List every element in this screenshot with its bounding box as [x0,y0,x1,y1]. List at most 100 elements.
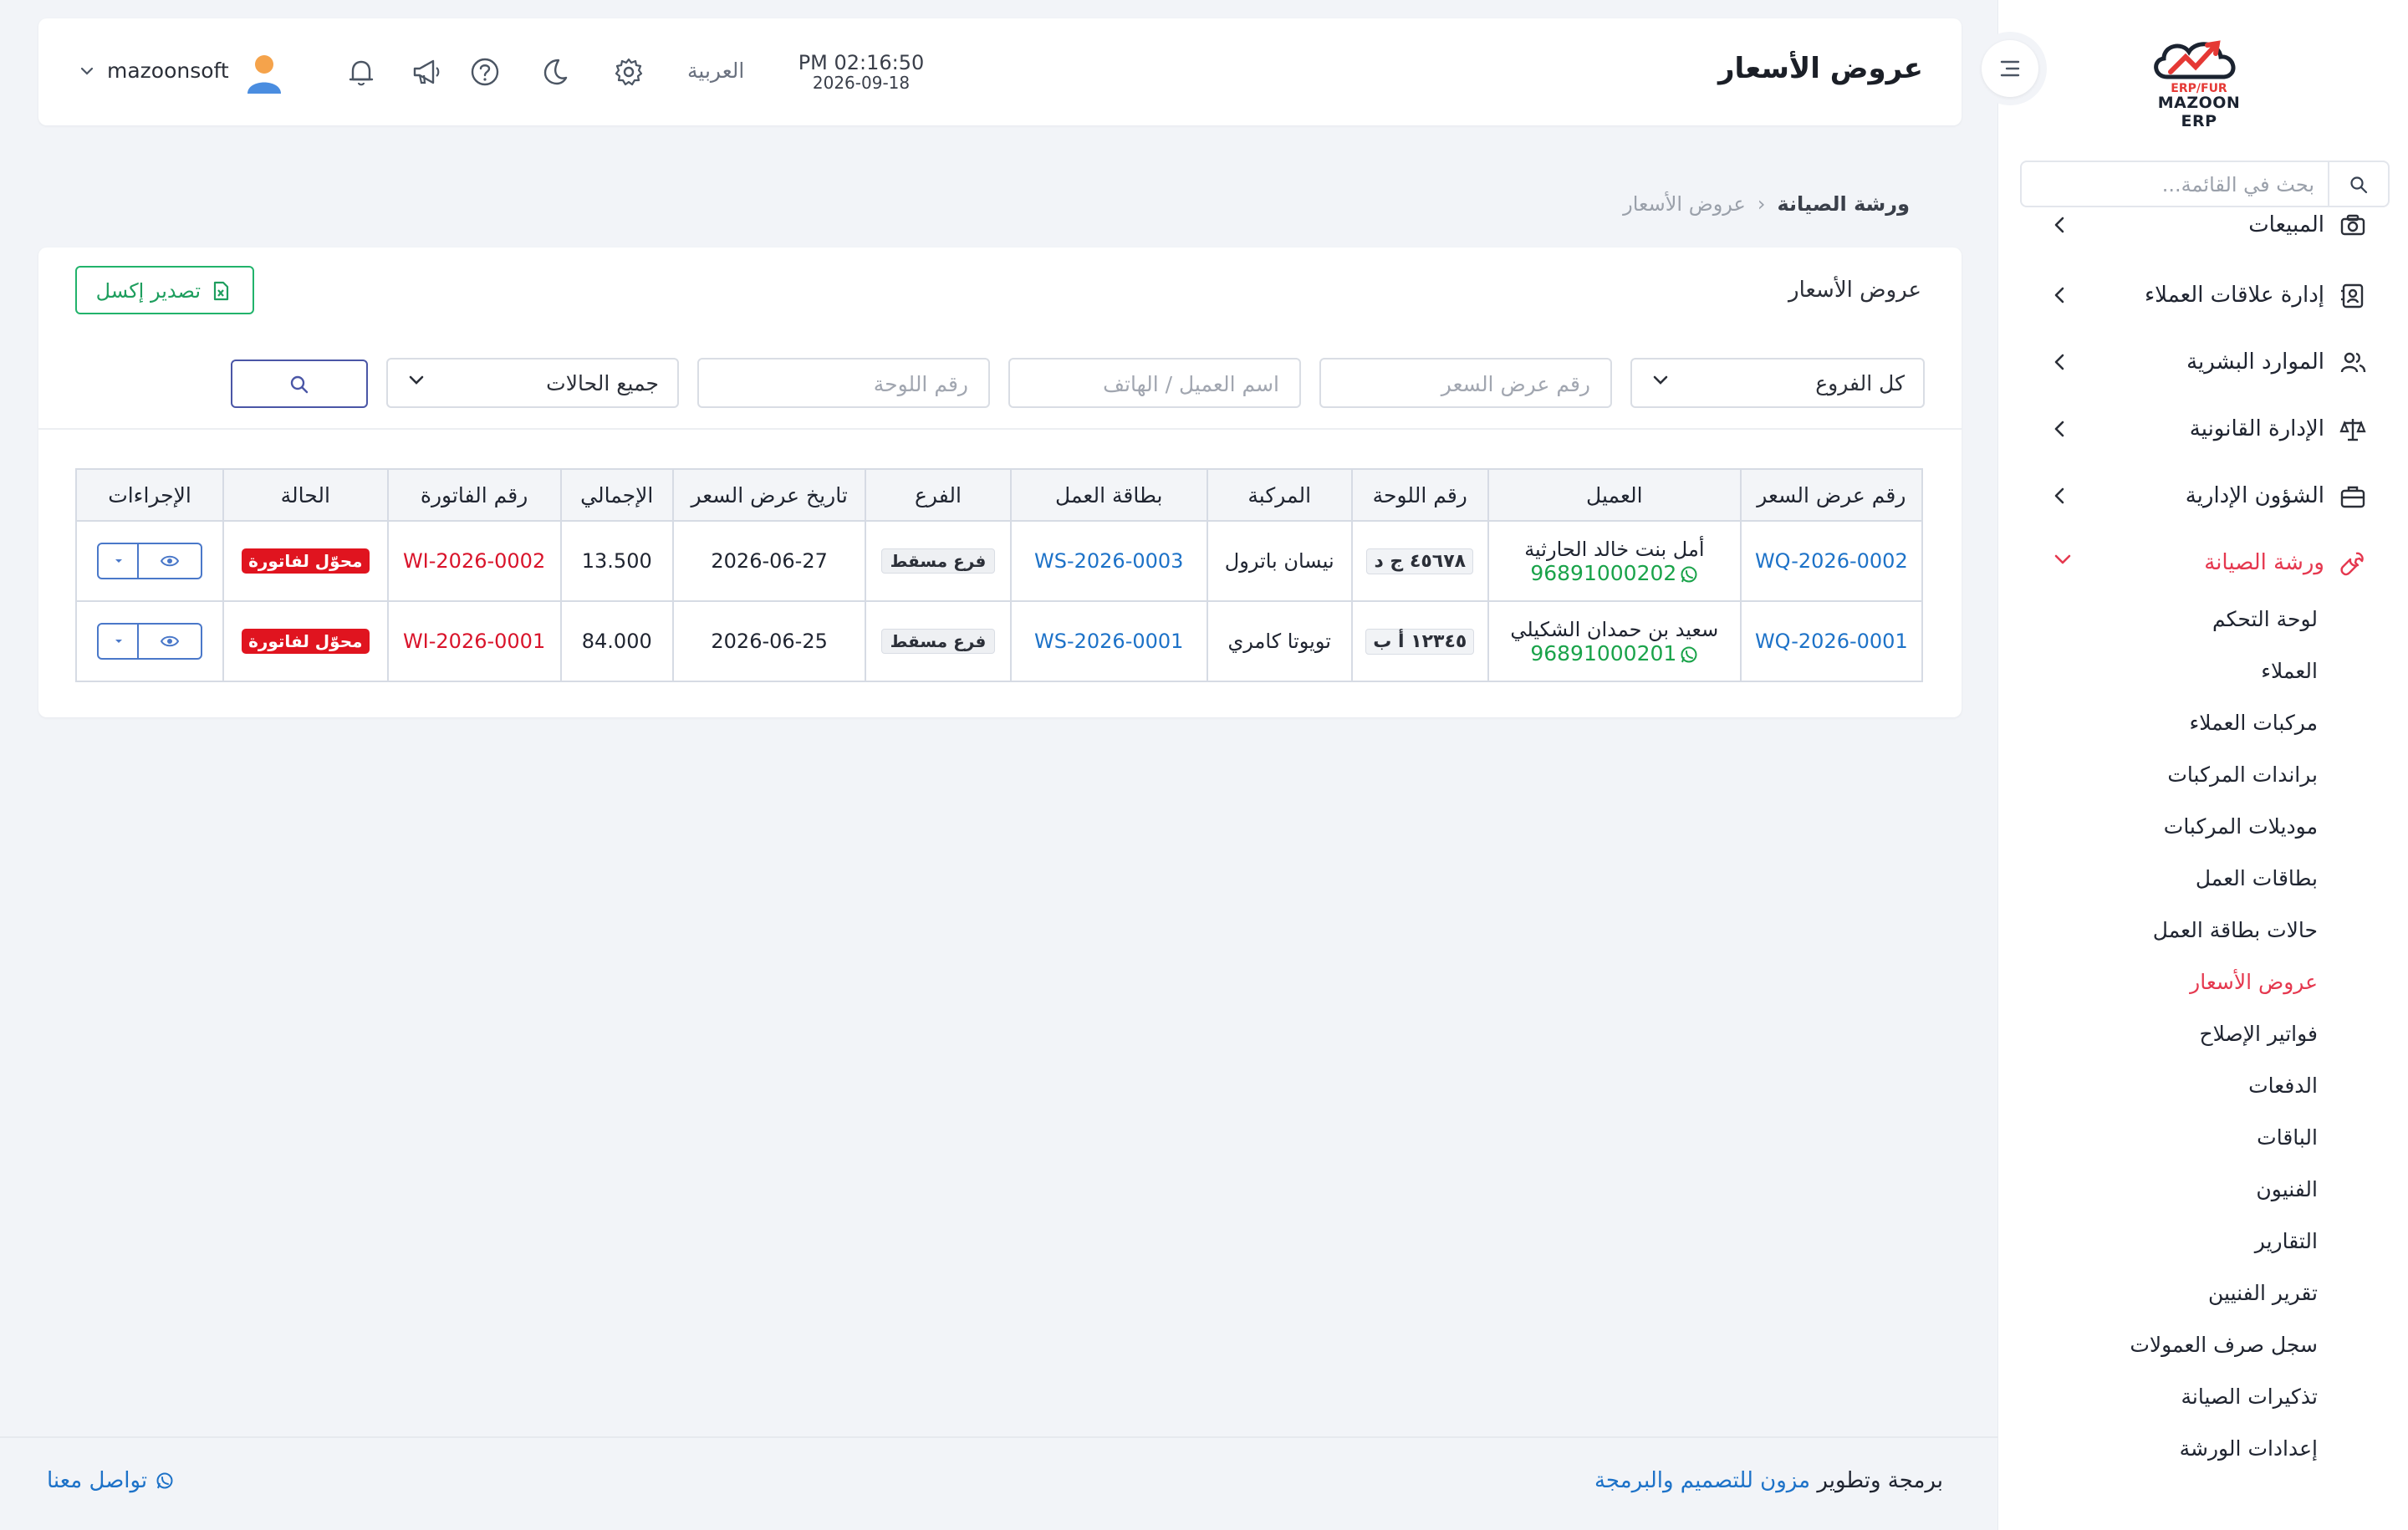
col-actions: الإجراءات [74,468,225,522]
submenu-item-payments[interactable]: الدفعات [2248,1074,2318,1098]
export-excel-button[interactable]: تصدير إكسل [75,266,254,314]
logo[interactable]: ERP/FUR MAZOON ERP [2140,33,2258,130]
submenu-item-quotations[interactable]: عروض الأسعار [2190,970,2318,994]
col-quote-date[interactable]: تاريخ عرض السعر [671,468,867,522]
submenu-item-reports[interactable]: التقارير [2255,1229,2318,1253]
plate-number-input[interactable] [758,371,970,397]
logo-graphic [2154,40,2236,79]
submenu-item-vehicle-models[interactable]: موديلات المركبات [2164,814,2318,839]
vehicle-name: تويوتا كامري [1206,600,1353,682]
view-button[interactable] [137,625,201,658]
quote-number-link[interactable]: WQ-2026-0001 [1755,630,1908,653]
status-select-value: جميع الحالات [546,371,659,395]
invoice-number-link[interactable]: WI-2026-0001 [403,630,545,653]
submenu-item-vehicle-brands[interactable]: براندات المركبات [2167,762,2318,787]
briefcase-icon [2339,483,2366,510]
quote-number-input[interactable] [1380,371,1592,397]
job-card-link[interactable]: WS-2026-0003 [1034,549,1183,573]
plate-badge: ١٢٣٤٥ أ ب [1365,628,1475,655]
submenu-item-packages[interactable]: الباقات [2257,1125,2318,1150]
notifications-bell-icon[interactable] [346,57,376,87]
status-select[interactable]: جميع الحالات [386,358,679,408]
sidebar-item-hr[interactable]: الموارد البشرية [2023,338,2366,388]
submenu-item-customers[interactable]: العملاء [2261,659,2318,683]
chevron-down-icon[interactable] [80,67,94,75]
sidebar-search-input[interactable] [2037,169,2316,201]
avatar[interactable] [244,52,284,95]
sidebar-item-label: ورشة الصيانة [2204,550,2324,575]
excel-file-icon [212,281,229,301]
sidebar-item-sales[interactable]: المبيعات [2023,207,2366,251]
sidebar-menu: المبيعات إدارة علاقات العملاء الموارد ال… [1998,207,2408,1512]
submenu-item-workshop-settings[interactable]: إعدادات الورشة [2180,1436,2318,1461]
sidebar-item-label: المبيعات [2248,212,2324,237]
submenu-item-technicians-report[interactable]: تقرير الفنيين [2208,1281,2318,1305]
dark-mode-moon-icon[interactable] [538,57,569,87]
col-plate[interactable]: رقم اللوحة [1350,468,1489,522]
col-branch[interactable]: الفرع [865,468,1012,522]
actions-dropdown-button[interactable] [99,625,139,658]
col-quote-number[interactable]: رقم عرض السعر [1739,468,1924,522]
submenu-item-commission-log[interactable]: سجل صرف العمولات [2130,1333,2318,1357]
users-icon [2339,349,2366,376]
username[interactable]: mazoonsoft [107,59,229,83]
search-button[interactable] [231,360,368,408]
announcements-megaphone-icon[interactable] [411,57,441,87]
submenu-item-dashboard[interactable]: لوحة التحكم [2212,607,2318,631]
contact-us-link[interactable]: تواصل معنا [47,1468,174,1493]
col-customer[interactable]: العميل [1487,468,1742,522]
col-invoice-number[interactable]: رقم الفاتورة [386,468,562,522]
top-header: عروض الأسعار PM 02:16:50 2026-09-18 العر… [38,18,1962,125]
col-total[interactable]: الإجمالي [559,468,674,522]
breadcrumb-parent[interactable]: ورشة الصيانة [1777,192,1910,216]
submenu-item-job-cards[interactable]: بطاقات العمل [2196,866,2318,890]
branch-select[interactable]: كل الفروع [1630,358,1925,408]
customer-phone-input[interactable] [1069,371,1281,397]
submenu-item-customer-vehicles[interactable]: مركبات العملاء [2190,711,2318,735]
actions-dropdown-button[interactable] [99,544,139,578]
chevron-down-icon [408,375,425,386]
sidebar-item-crm[interactable]: إدارة علاقات العملاء [2023,271,2366,321]
language-switch[interactable]: العربية [687,59,744,83]
job-card-link[interactable]: WS-2026-0001 [1034,630,1183,653]
submenu-item-job-card-statuses[interactable]: حالات بطاقة العمل [2153,918,2318,942]
sidebar-item-label: إدارة علاقات العملاء [2144,283,2324,308]
footer-brand-link[interactable]: مزون للتصميم والبرمجة [1594,1468,1810,1493]
branch-badge: فرع مسقط [880,629,996,654]
invoice-number-link[interactable]: WI-2026-0002 [403,549,545,573]
footer-credits: برمجة وتطوير مزون للتصميم والبرمجة [1594,1468,1943,1493]
sidebar-item-legal[interactable]: الإدارة القانونية [2023,405,2366,455]
branch-select-value: كل الفروع [1815,371,1905,395]
col-vehicle[interactable]: المركبة [1206,468,1353,522]
submenu-item-repair-invoices[interactable]: فواتير الإصلاح [2199,1022,2318,1046]
sidebar: ERP/FUR MAZOON ERP المبيعات [1973,0,2408,1530]
search-divider [2328,162,2329,206]
sidebar-item-workshop[interactable]: ورشة الصيانة [2023,538,2366,589]
breadcrumb: ورشة الصيانة ‹ عروض الأسعار [1623,192,1910,216]
search-icon[interactable] [2349,176,2368,194]
customer-whatsapp-link[interactable]: 96891000202 [1490,561,1739,585]
col-status[interactable]: الحالة [222,468,389,522]
table-row: WQ-2026-0001 سعيد بن حمدان الشكيلي 96891… [74,600,1924,682]
quote-number-link[interactable]: WQ-2026-0002 [1755,549,1908,573]
submenu-item-maintenance-reminders[interactable]: تذكيرات الصيانة [2181,1385,2318,1409]
quote-total: 13.500 [559,520,674,602]
help-question-icon[interactable] [470,57,500,87]
chevron-left-icon [2053,286,2065,304]
col-job-card[interactable]: بطاقة العمل [1009,468,1208,522]
sidebar-toggle-button[interactable] [1973,32,2047,105]
customer-whatsapp-link[interactable]: 96891000201 [1490,641,1739,666]
whatsapp-icon [1681,566,1697,582]
settings-gear-icon[interactable] [614,57,644,87]
table-row: WQ-2026-0002 أمل بنت خالد الحارثية 96891… [74,520,1924,602]
footer-divider [0,1436,1998,1438]
view-button[interactable] [137,544,201,578]
chevron-down-icon [1652,375,1669,386]
chevron-down-icon [2053,553,2072,565]
menu-toggle-icon [2000,60,2020,77]
clock-date: 2026-09-18 [812,73,911,93]
eye-icon [161,635,180,647]
sidebar-item-admin[interactable]: الشؤون الإدارية [2023,472,2366,522]
submenu-item-technicians[interactable]: الفنيون [2256,1177,2318,1201]
quotations-table: رقم عرض السعر العميل رقم اللوحة المركبة … [74,468,1924,682]
